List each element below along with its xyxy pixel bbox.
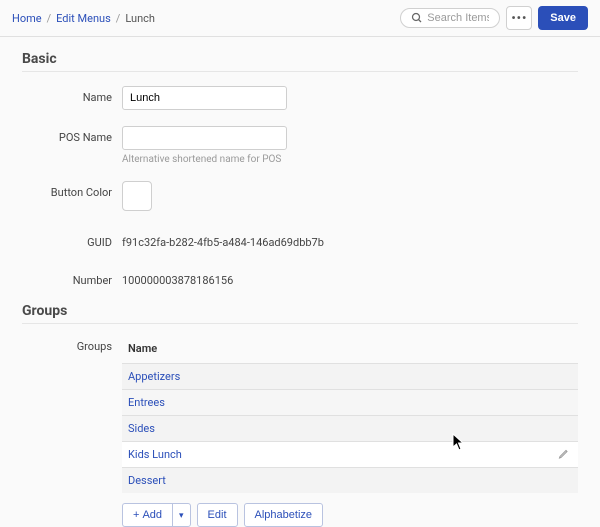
- breadcrumb-separator: /: [116, 12, 121, 25]
- group-row-appetizers[interactable]: Appetizers: [122, 363, 578, 389]
- save-button[interactable]: Save: [538, 6, 588, 30]
- groups-row: Groups Name Appetizers Entrees Sides Kid…: [22, 338, 578, 527]
- input-name[interactable]: [122, 86, 287, 110]
- add-dropdown-caret[interactable]: ▾: [172, 503, 191, 527]
- add-button-label: Add: [142, 509, 162, 521]
- group-row-dessert[interactable]: Dessert: [122, 467, 578, 493]
- search-field-wrap[interactable]: [400, 8, 500, 28]
- top-bar: Home / Edit Menus / Lunch ••• Save: [0, 0, 600, 37]
- edit-button[interactable]: Edit: [197, 503, 238, 527]
- content-area: Basic Name POS Name Alternative shortene…: [0, 37, 600, 527]
- search-icon: [411, 12, 423, 24]
- add-button[interactable]: + Add: [122, 503, 172, 527]
- label-number: Number: [22, 269, 122, 287]
- breadcrumb: Home / Edit Menus / Lunch: [12, 12, 155, 25]
- breadcrumb-separator: /: [47, 12, 52, 25]
- group-row-sides[interactable]: Sides: [122, 415, 578, 441]
- search-input[interactable]: [427, 12, 489, 24]
- edit-row-icon[interactable]: [558, 447, 570, 462]
- group-row-label: Kids Lunch: [128, 448, 182, 461]
- add-button-group: + Add ▾: [122, 503, 191, 527]
- groups-table: Name Appetizers Entrees Sides Kids Lunch…: [122, 338, 578, 527]
- label-name: Name: [22, 86, 122, 104]
- breadcrumb-current: Lunch: [125, 12, 155, 25]
- group-row-entrees[interactable]: Entrees: [122, 389, 578, 415]
- label-pos-name: POS Name: [22, 126, 122, 144]
- breadcrumb-home[interactable]: Home: [12, 12, 42, 25]
- groups-action-bar: + Add ▾ Edit Alphabetize: [122, 503, 578, 527]
- top-actions: ••• Save: [400, 6, 588, 30]
- more-menu-button[interactable]: •••: [506, 6, 532, 30]
- row-number: Number 100000003878186156: [22, 269, 578, 287]
- plus-icon: +: [133, 509, 139, 521]
- section-groups-title: Groups: [22, 303, 578, 324]
- label-button-color: Button Color: [22, 181, 122, 199]
- input-pos-name[interactable]: [122, 126, 287, 150]
- value-guid: f91c32fa-b282-4fb5-a484-146ad69dbb7b: [122, 231, 324, 249]
- label-groups-side: Groups: [22, 338, 122, 353]
- groups-column-header: Name: [122, 338, 578, 363]
- section-basic-title: Basic: [22, 51, 578, 72]
- label-guid: GUID: [22, 231, 122, 249]
- row-button-color: Button Color: [22, 181, 578, 211]
- row-guid: GUID f91c32fa-b282-4fb5-a484-146ad69dbb7…: [22, 231, 578, 249]
- alphabetize-button[interactable]: Alphabetize: [244, 503, 324, 527]
- group-row-kids-lunch[interactable]: Kids Lunch: [122, 441, 578, 467]
- row-pos-name: POS Name Alternative shortened name for …: [22, 126, 578, 165]
- help-pos-name: Alternative shortened name for POS: [122, 154, 287, 165]
- breadcrumb-edit-menus[interactable]: Edit Menus: [56, 12, 111, 25]
- row-name: Name: [22, 86, 578, 110]
- value-number: 100000003878186156: [122, 269, 233, 287]
- button-color-picker[interactable]: [122, 181, 152, 211]
